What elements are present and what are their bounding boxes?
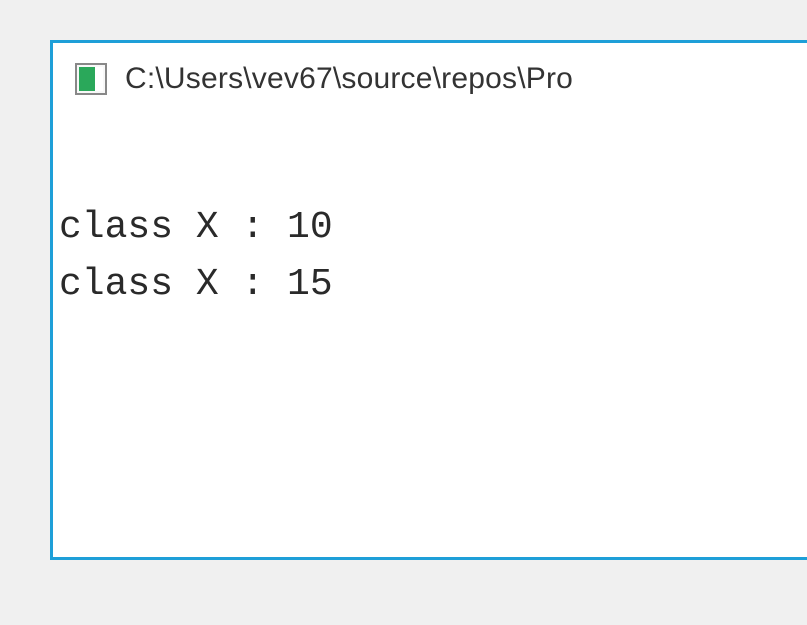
console-window: C:\Users\vev67\source\repos\Pro class X … xyxy=(50,40,807,560)
console-line: class X : 15 xyxy=(59,256,807,313)
titlebar: C:\Users\vev67\source\repos\Pro xyxy=(53,43,807,115)
console-line: class X : 10 xyxy=(59,199,807,256)
console-app-icon xyxy=(75,63,107,95)
window-title: C:\Users\vev67\source\repos\Pro xyxy=(125,62,573,96)
console-output-area: class X : 10 class X : 15 xyxy=(53,115,807,313)
